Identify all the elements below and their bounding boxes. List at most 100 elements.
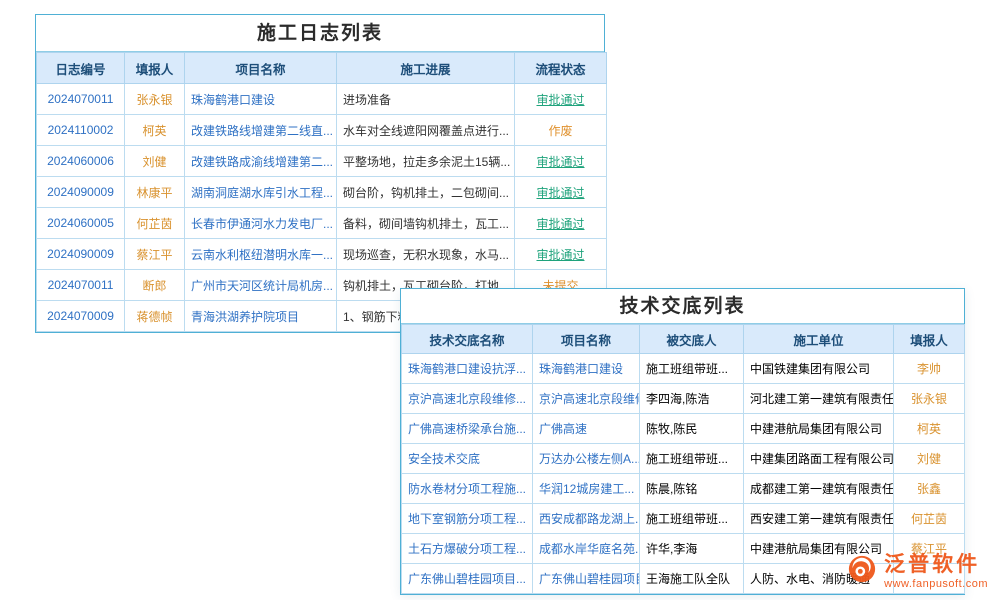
project-cell[interactable]: 广州市天河区统计局机房... bbox=[185, 270, 337, 301]
reporter-cell: 刘健 bbox=[894, 444, 965, 474]
status-cell[interactable]: 作废 bbox=[515, 115, 607, 146]
table-row: 2024090009林康平湖南洞庭湖水库引水工程...砌台阶，钩机排土，二包砌间… bbox=[37, 177, 607, 208]
construction-log-title: 施工日志列表 bbox=[36, 15, 604, 52]
id-cell: 2024060005 bbox=[37, 208, 125, 239]
id-cell: 2024090009 bbox=[37, 177, 125, 208]
project-cell[interactable]: 万达办公楼左侧A... bbox=[533, 444, 640, 474]
project-cell[interactable]: 珠海鹤港口建设 bbox=[533, 354, 640, 384]
column-header: 填报人 bbox=[125, 53, 185, 84]
table-row: 2024110002柯英改建铁路线增建第二线直...水车对全线遮阳网覆盖点进行.… bbox=[37, 115, 607, 146]
reporter-cell: 何芷茵 bbox=[125, 208, 185, 239]
project-cell[interactable]: 西安成都路龙湖上... bbox=[533, 504, 640, 534]
reporter-cell: 蔡江平 bbox=[125, 239, 185, 270]
watermark: 泛普软件 www.fanpusoft.com bbox=[847, 553, 988, 590]
project-cell[interactable]: 广东佛山碧桂园项目 bbox=[533, 564, 640, 594]
name-cell[interactable]: 安全技术交底 bbox=[402, 444, 533, 474]
column-header: 被交底人 bbox=[640, 325, 744, 354]
recipient-cell: 李四海,陈浩 bbox=[640, 384, 744, 414]
id-cell: 2024070011 bbox=[37, 84, 125, 115]
fanpu-logo-icon bbox=[847, 554, 877, 589]
unit-cell: 中建集团路面工程有限公司 bbox=[744, 444, 894, 474]
column-header: 日志编号 bbox=[37, 53, 125, 84]
unit-cell: 中国铁建集团有限公司 bbox=[744, 354, 894, 384]
technical-disclosure-panel: 技术交底列表 技术交底名称项目名称被交底人施工单位填报人 珠海鹤港口建设抗浮..… bbox=[400, 288, 965, 595]
name-cell[interactable]: 广佛高速桥梁承台施... bbox=[402, 414, 533, 444]
table-row: 京沪高速北京段维修...京沪高速北京段维修李四海,陈浩河北建工第一建筑有限责任公… bbox=[402, 384, 965, 414]
unit-cell: 西安建工第一建筑有限责任公司 bbox=[744, 504, 894, 534]
project-cell[interactable]: 成都水岸华庭名苑... bbox=[533, 534, 640, 564]
project-cell[interactable]: 湖南洞庭湖水库引水工程... bbox=[185, 177, 337, 208]
recipient-cell: 王海施工队全队 bbox=[640, 564, 744, 594]
reporter-cell: 断郎 bbox=[125, 270, 185, 301]
table-row: 2024060005何芷茵长春市伊通河水力发电厂...备料，砌间墙钩机排土，瓦工… bbox=[37, 208, 607, 239]
reporter-cell: 柯英 bbox=[894, 414, 965, 444]
construction-log-panel: 施工日志列表 日志编号填报人项目名称施工进展流程状态 2024070011张永银… bbox=[35, 14, 605, 333]
table-row: 广佛高速桥梁承台施...广佛高速陈牧,陈民中建港航局集团有限公司柯英 bbox=[402, 414, 965, 444]
table-row: 防水卷材分项工程施...华润12城房建工...陈晨,陈铭成都建工第一建筑有限责任… bbox=[402, 474, 965, 504]
status-cell[interactable]: 审批通过 bbox=[515, 84, 607, 115]
column-header: 施工进展 bbox=[337, 53, 515, 84]
progress-cell: 平整场地，拉走多余泥土15辆... bbox=[337, 146, 515, 177]
unit-cell: 河北建工第一建筑有限责任公司 bbox=[744, 384, 894, 414]
project-cell[interactable]: 长春市伊通河水力发电厂... bbox=[185, 208, 337, 239]
id-cell: 2024090009 bbox=[37, 239, 125, 270]
project-cell[interactable]: 改建铁路线增建第二线直... bbox=[185, 115, 337, 146]
table-row: 地下室钢筋分项工程...西安成都路龙湖上...施工班组带班...西安建工第一建筑… bbox=[402, 504, 965, 534]
brand-url[interactable]: www.fanpusoft.com bbox=[884, 578, 988, 590]
name-cell[interactable]: 土石方爆破分项工程... bbox=[402, 534, 533, 564]
status-cell[interactable]: 审批通过 bbox=[515, 239, 607, 270]
recipient-cell: 陈晨,陈铭 bbox=[640, 474, 744, 504]
id-cell: 2024070009 bbox=[37, 301, 125, 332]
header-row: 技术交底名称项目名称被交底人施工单位填报人 bbox=[402, 325, 965, 354]
column-header: 施工单位 bbox=[744, 325, 894, 354]
recipient-cell: 许华,李海 bbox=[640, 534, 744, 564]
brand-name: 泛普软件 bbox=[884, 553, 988, 576]
technical-disclosure-header: 技术交底名称项目名称被交底人施工单位填报人 bbox=[402, 325, 965, 354]
name-cell[interactable]: 珠海鹤港口建设抗浮... bbox=[402, 354, 533, 384]
progress-cell: 砌台阶，钩机排土，二包砌间... bbox=[337, 177, 515, 208]
name-cell[interactable]: 京沪高速北京段维修... bbox=[402, 384, 533, 414]
column-header: 填报人 bbox=[894, 325, 965, 354]
id-cell: 2024060006 bbox=[37, 146, 125, 177]
recipient-cell: 陈牧,陈民 bbox=[640, 414, 744, 444]
project-cell[interactable]: 青海洪湖养护院项目 bbox=[185, 301, 337, 332]
status-cell[interactable]: 审批通过 bbox=[515, 177, 607, 208]
table-row: 2024090009蔡江平云南水利枢纽潜明水库一...现场巡查，无积水现象，水马… bbox=[37, 239, 607, 270]
project-cell[interactable]: 华润12城房建工... bbox=[533, 474, 640, 504]
reporter-cell: 柯英 bbox=[125, 115, 185, 146]
id-cell: 2024110002 bbox=[37, 115, 125, 146]
progress-cell: 现场巡查，无积水现象，水马... bbox=[337, 239, 515, 270]
progress-cell: 水车对全线遮阳网覆盖点进行... bbox=[337, 115, 515, 146]
construction-log-header: 日志编号填报人项目名称施工进展流程状态 bbox=[37, 53, 607, 84]
reporter-cell: 刘健 bbox=[125, 146, 185, 177]
project-cell[interactable]: 改建铁路成渝线增建第二... bbox=[185, 146, 337, 177]
reporter-cell: 林康平 bbox=[125, 177, 185, 208]
table-row: 珠海鹤港口建设抗浮...珠海鹤港口建设施工班组带班...中国铁建集团有限公司李帅 bbox=[402, 354, 965, 384]
table-row: 2024070011张永银珠海鹤港口建设进场准备审批通过 bbox=[37, 84, 607, 115]
status-cell[interactable]: 审批通过 bbox=[515, 208, 607, 239]
table-row: 安全技术交底万达办公楼左侧A...施工班组带班...中建集团路面工程有限公司刘健 bbox=[402, 444, 965, 474]
reporter-cell: 张鑫 bbox=[894, 474, 965, 504]
status-cell[interactable]: 审批通过 bbox=[515, 146, 607, 177]
name-cell[interactable]: 防水卷材分项工程施... bbox=[402, 474, 533, 504]
progress-cell: 进场准备 bbox=[337, 84, 515, 115]
project-cell[interactable]: 云南水利枢纽潜明水库一... bbox=[185, 239, 337, 270]
project-cell[interactable]: 珠海鹤港口建设 bbox=[185, 84, 337, 115]
recipient-cell: 施工班组带班... bbox=[640, 354, 744, 384]
reporter-cell: 张永银 bbox=[125, 84, 185, 115]
project-cell[interactable]: 广佛高速 bbox=[533, 414, 640, 444]
reporter-cell: 李帅 bbox=[894, 354, 965, 384]
recipient-cell: 施工班组带班... bbox=[640, 504, 744, 534]
unit-cell: 中建港航局集团有限公司 bbox=[744, 414, 894, 444]
column-header: 流程状态 bbox=[515, 53, 607, 84]
column-header: 技术交底名称 bbox=[402, 325, 533, 354]
reporter-cell: 何芷茵 bbox=[894, 504, 965, 534]
header-row: 日志编号填报人项目名称施工进展流程状态 bbox=[37, 53, 607, 84]
name-cell[interactable]: 地下室钢筋分项工程... bbox=[402, 504, 533, 534]
project-cell[interactable]: 京沪高速北京段维修 bbox=[533, 384, 640, 414]
column-header: 项目名称 bbox=[533, 325, 640, 354]
name-cell[interactable]: 广东佛山碧桂园项目... bbox=[402, 564, 533, 594]
recipient-cell: 施工班组带班... bbox=[640, 444, 744, 474]
column-header: 项目名称 bbox=[185, 53, 337, 84]
table-row: 2024060006刘健改建铁路成渝线增建第二...平整场地，拉走多余泥土15辆… bbox=[37, 146, 607, 177]
